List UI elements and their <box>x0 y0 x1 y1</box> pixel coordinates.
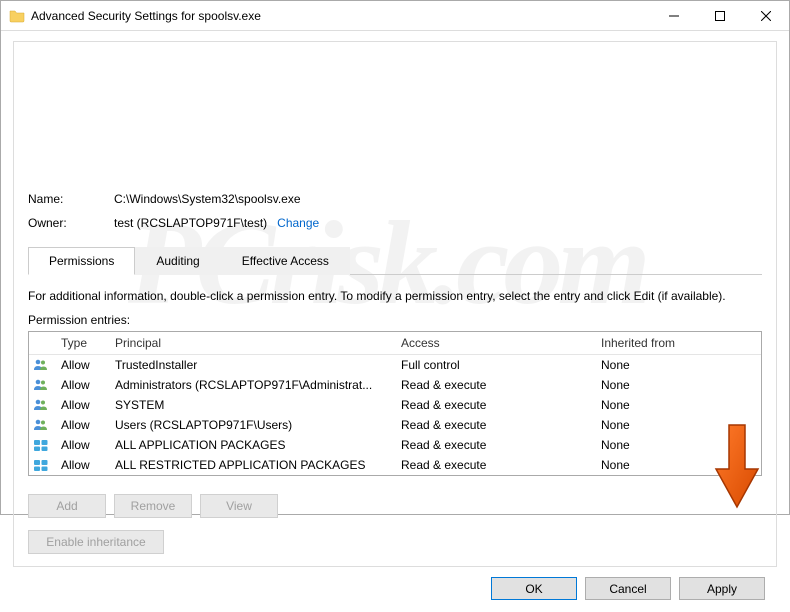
cell-access: Read & execute <box>393 416 593 434</box>
cell-type: Allow <box>53 416 107 434</box>
close-button[interactable] <box>743 1 789 31</box>
table-row[interactable]: AllowALL RESTRICTED APPLICATION PACKAGES… <box>29 455 761 475</box>
principal-icon <box>29 416 53 434</box>
window-controls <box>651 1 789 31</box>
principal-icon <box>29 356 53 374</box>
dialog-footer: OK Cancel Apply <box>13 567 777 612</box>
tab-auditing[interactable]: Auditing <box>135 247 220 275</box>
cell-principal: ALL RESTRICTED APPLICATION PACKAGES <box>107 456 393 474</box>
remove-button[interactable]: Remove <box>114 494 192 518</box>
cell-inherited: None <box>593 376 761 394</box>
security-settings-window: Advanced Security Settings for spoolsv.e… <box>0 0 790 515</box>
view-button[interactable]: View <box>200 494 278 518</box>
cell-access: Read & execute <box>393 376 593 394</box>
apply-button[interactable]: Apply <box>679 577 765 600</box>
cell-type: Allow <box>53 356 107 374</box>
cancel-button[interactable]: Cancel <box>585 577 671 600</box>
window-title: Advanced Security Settings for spoolsv.e… <box>31 9 651 23</box>
tabs: Permissions Auditing Effective Access <box>28 246 762 275</box>
cell-principal: Users (RCSLAPTOP971F\Users) <box>107 416 393 434</box>
cell-inherited: None <box>593 456 761 474</box>
cell-principal: ALL APPLICATION PACKAGES <box>107 436 393 454</box>
principal-icon <box>29 376 53 394</box>
folder-icon <box>9 8 25 24</box>
tab-permissions[interactable]: Permissions <box>28 247 135 275</box>
cell-principal: SYSTEM <box>107 396 393 414</box>
grid-body: AllowTrustedInstallerFull controlNoneAll… <box>29 355 761 475</box>
cell-type: Allow <box>53 396 107 414</box>
add-button[interactable]: Add <box>28 494 106 518</box>
minimize-button[interactable] <box>651 1 697 31</box>
inheritance-buttons: Enable inheritance <box>28 530 762 554</box>
principal-icon <box>29 396 53 414</box>
principal-icon <box>29 456 53 474</box>
name-value: C:\Windows\System32\spoolsv.exe <box>114 192 301 206</box>
principal-icon <box>29 436 53 454</box>
cell-inherited: None <box>593 396 761 414</box>
cell-type: Allow <box>53 456 107 474</box>
entries-label: Permission entries: <box>28 313 762 327</box>
cell-inherited: None <box>593 436 761 454</box>
col-access[interactable]: Access <box>393 332 593 354</box>
name-row: Name: C:\Windows\System32\spoolsv.exe <box>28 192 762 206</box>
table-row[interactable]: AllowUsers (RCSLAPTOP971F\Users)Read & e… <box>29 415 761 435</box>
info-text: For additional information, double-click… <box>28 289 762 303</box>
col-type[interactable]: Type <box>53 332 107 354</box>
dialog-body: PCrisk.com Name: C:\Windows\System32\spo… <box>1 31 789 612</box>
cell-access: Full control <box>393 356 593 374</box>
name-label: Name: <box>28 192 114 206</box>
cell-inherited: None <box>593 356 761 374</box>
cell-type: Allow <box>53 376 107 394</box>
cell-access: Read & execute <box>393 456 593 474</box>
col-inherited[interactable]: Inherited from <box>593 332 761 354</box>
entry-buttons: Add Remove View <box>28 494 762 518</box>
cell-principal: TrustedInstaller <box>107 356 393 374</box>
maximize-button[interactable] <box>697 1 743 31</box>
tab-effective-access[interactable]: Effective Access <box>221 247 350 275</box>
permission-grid: Type Principal Access Inherited from All… <box>28 331 762 476</box>
ok-button[interactable]: OK <box>491 577 577 600</box>
cell-inherited: None <box>593 416 761 434</box>
owner-value: test (RCSLAPTOP971F\test) <box>114 216 267 230</box>
cell-principal: Administrators (RCSLAPTOP971F\Administra… <box>107 376 393 394</box>
main-panel: PCrisk.com Name: C:\Windows\System32\spo… <box>13 41 777 567</box>
change-owner-link[interactable]: Change <box>277 216 319 230</box>
table-row[interactable]: AllowALL APPLICATION PACKAGESRead & exec… <box>29 435 761 455</box>
table-row[interactable]: AllowTrustedInstallerFull controlNone <box>29 355 761 375</box>
titlebar: Advanced Security Settings for spoolsv.e… <box>1 1 789 31</box>
cell-access: Read & execute <box>393 396 593 414</box>
owner-label: Owner: <box>28 216 114 230</box>
col-icon[interactable] <box>29 332 53 354</box>
cell-access: Read & execute <box>393 436 593 454</box>
table-row[interactable]: AllowAdministrators (RCSLAPTOP971F\Admin… <box>29 375 761 395</box>
grid-header: Type Principal Access Inherited from <box>29 332 761 355</box>
col-principal[interactable]: Principal <box>107 332 393 354</box>
table-row[interactable]: AllowSYSTEMRead & executeNone <box>29 395 761 415</box>
enable-inheritance-button[interactable]: Enable inheritance <box>28 530 164 554</box>
cell-type: Allow <box>53 436 107 454</box>
owner-row: Owner: test (RCSLAPTOP971F\test) Change <box>28 216 762 230</box>
